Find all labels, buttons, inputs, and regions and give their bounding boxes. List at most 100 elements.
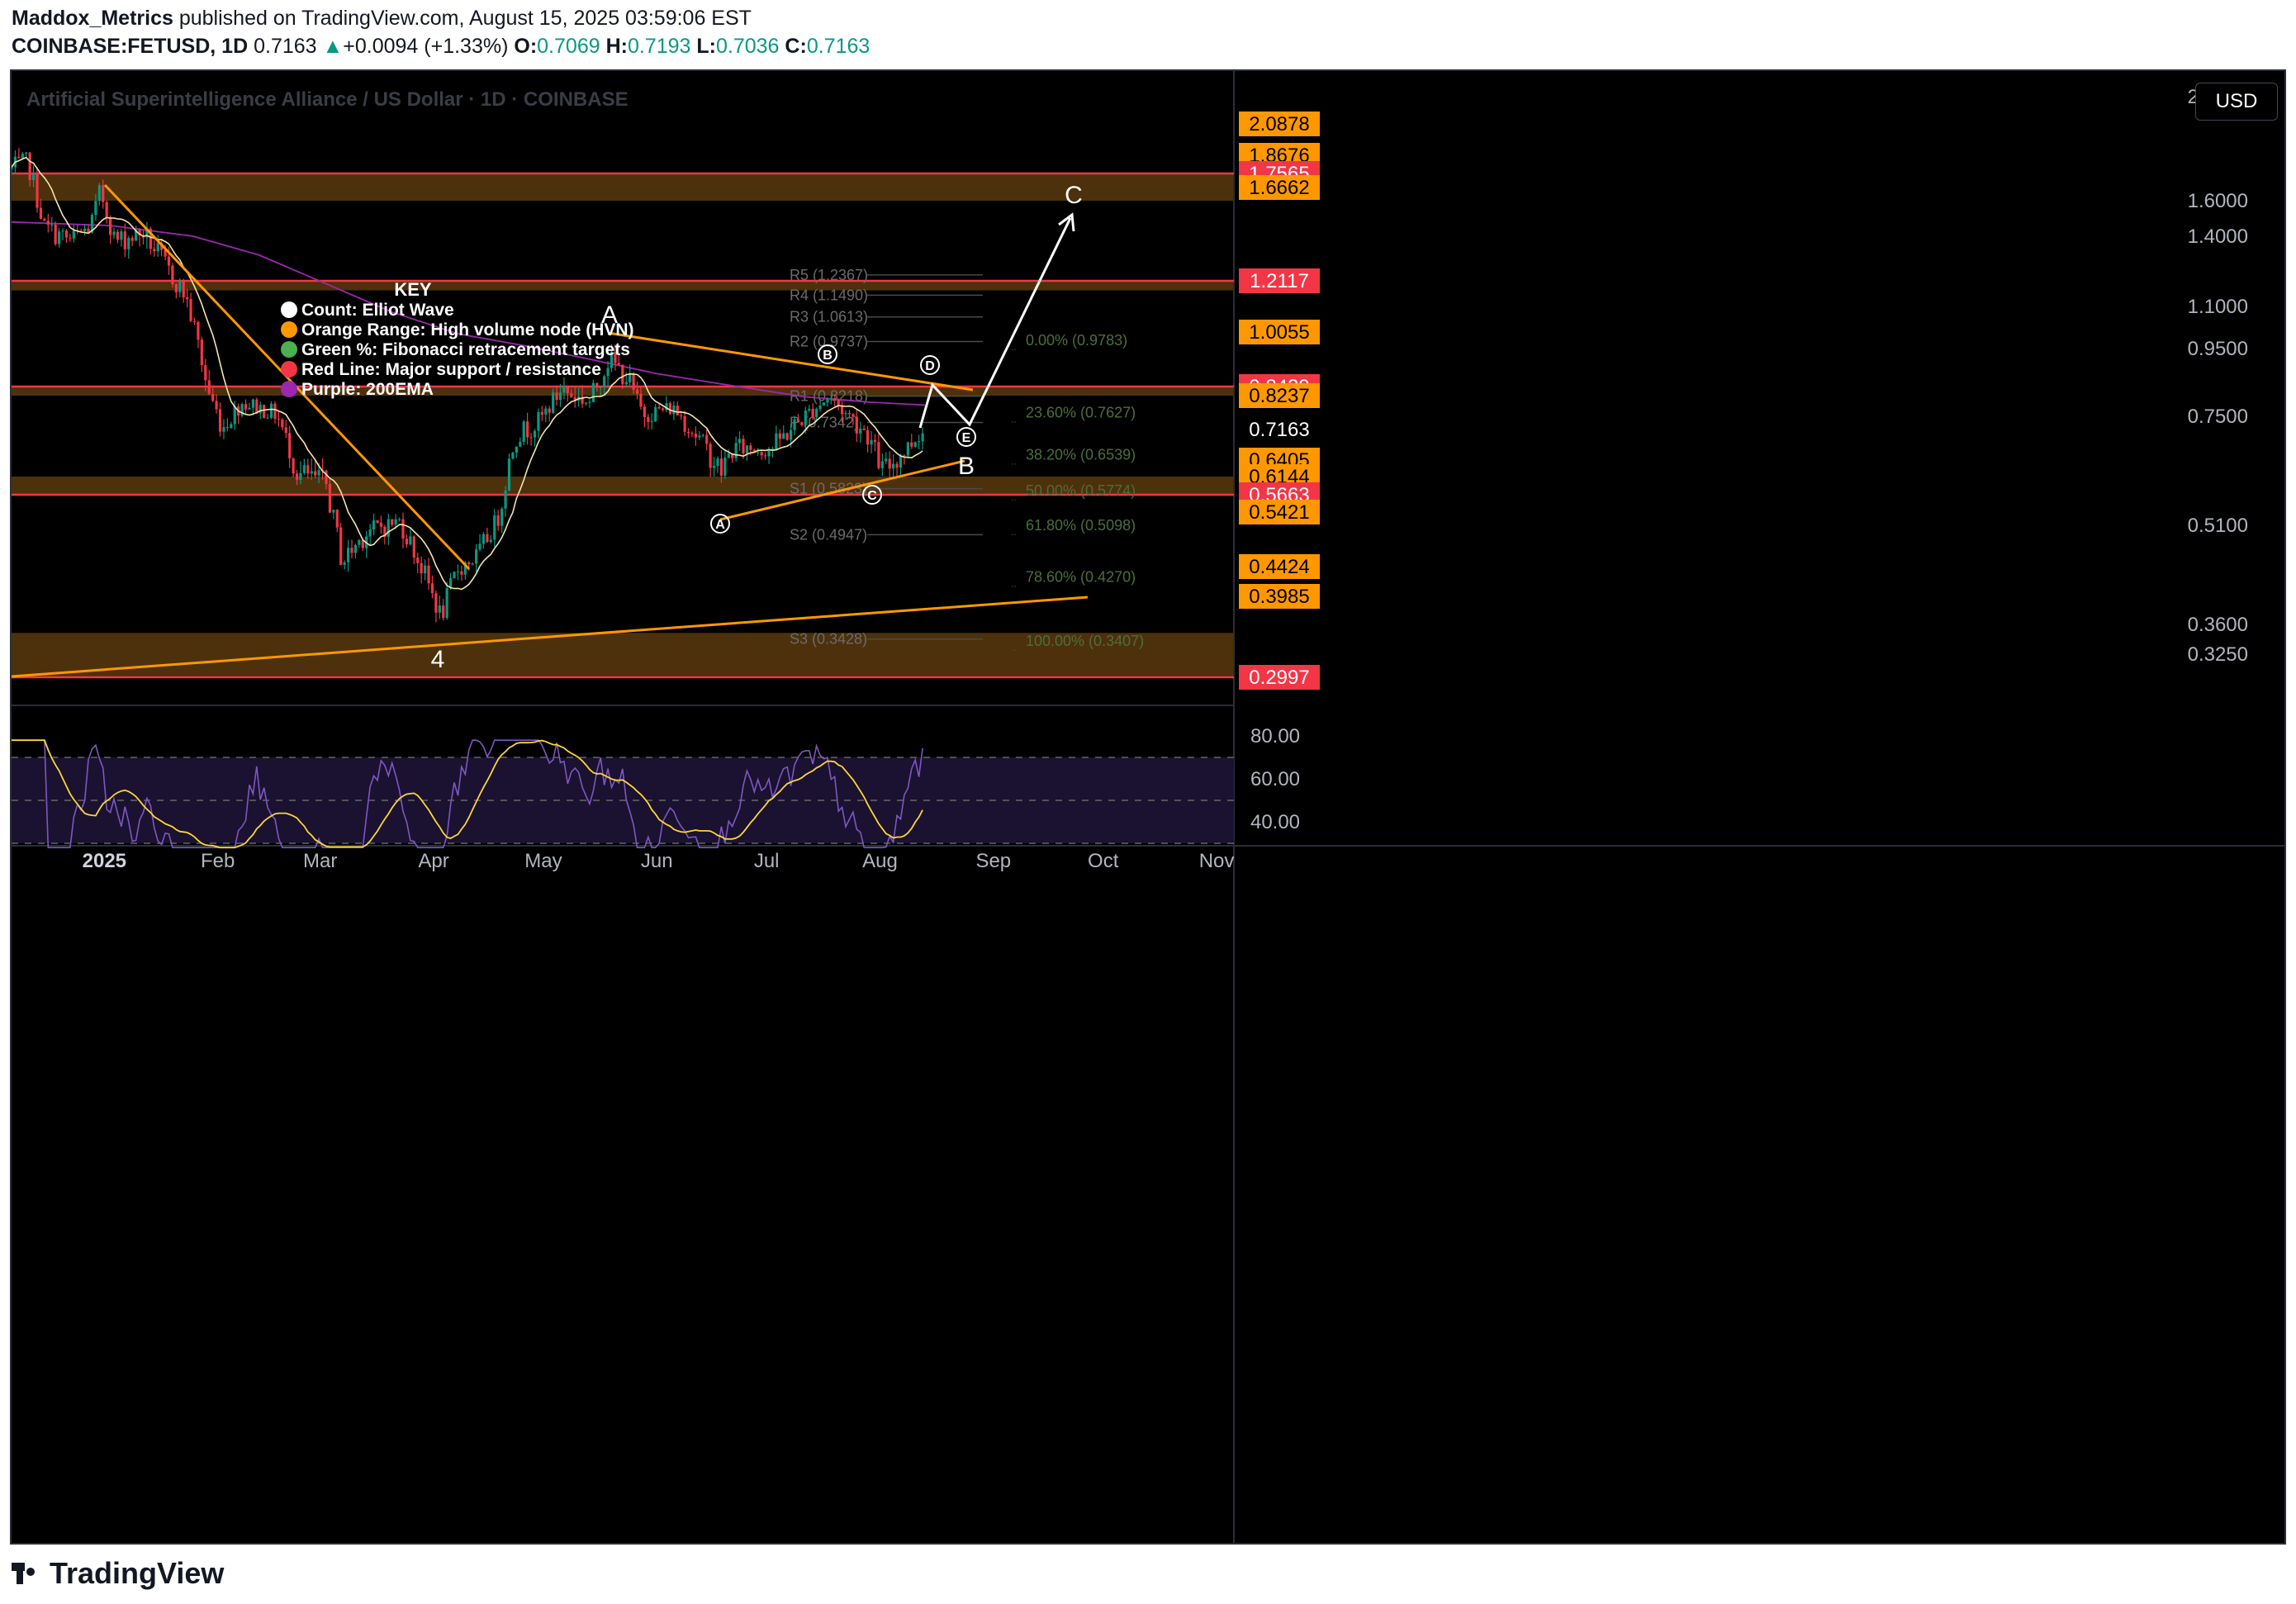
candle-body [215, 401, 218, 410]
drawings [11, 183, 1089, 678]
legend-item: Orange Range: High volume node (HVN) [301, 320, 634, 339]
candle-body [225, 427, 229, 429]
candle-body [522, 421, 525, 442]
candle-body [102, 185, 105, 202]
high-value: 0.7193 [627, 35, 691, 58]
candle-body [273, 403, 277, 420]
tradingview-logo[interactable]: TradingView [12, 1556, 224, 1591]
candle-body [910, 442, 913, 447]
candle-body [332, 510, 335, 513]
candle-body [921, 433, 924, 442]
time-tick: May [524, 850, 562, 872]
candle-body [127, 237, 130, 249]
candle-body [847, 412, 852, 415]
candle-body [555, 392, 558, 401]
rsi-tick: 60.00 [1250, 768, 1300, 790]
candle-body [350, 548, 353, 553]
candle-body [880, 461, 884, 468]
time-tick: Apr [418, 850, 448, 872]
candle-body [420, 562, 423, 574]
candle-body [335, 510, 339, 528]
candle-body [434, 593, 438, 613]
price-tick: 0.7500 [2188, 406, 2248, 428]
candle-body [544, 408, 548, 415]
publish-info: Maddox_Metrics published on TradingView.… [12, 7, 752, 31]
candle-body [230, 424, 233, 429]
currency-button[interactable]: USD [2195, 83, 2278, 121]
candle-body [537, 411, 540, 431]
candle-body [368, 529, 372, 537]
legend-dot-icon [281, 301, 297, 318]
candle-body [584, 402, 588, 404]
low-label: L: [696, 35, 716, 58]
published-text: published on TradingView.com, August 15,… [178, 7, 752, 30]
rsi-tick: 40.00 [1250, 811, 1300, 833]
candle-body [401, 519, 405, 539]
candle-body [299, 472, 302, 480]
candle-body [800, 422, 804, 425]
candle-body [548, 408, 551, 413]
fib-levels: 0.00% (0.9783).. 23.60% (0.7627).. 38.20% … [1011, 332, 1144, 653]
candle-body [855, 416, 858, 434]
candle-body [507, 458, 511, 491]
candle-body [657, 406, 661, 409]
fib-level-tick: .. [1011, 455, 1017, 467]
candle-body [599, 387, 602, 388]
legend-item: Purple: 200EMA [301, 380, 434, 399]
candle-body [595, 382, 599, 388]
candle-body [562, 387, 566, 393]
candle-body [167, 256, 171, 266]
open-value: 0.7069 [537, 35, 600, 58]
candle-body [709, 444, 712, 468]
candle-body [156, 243, 159, 252]
legend-dot-icon [281, 341, 297, 358]
candle-body [445, 587, 448, 619]
candle-body [859, 429, 862, 434]
candle-body [255, 399, 259, 414]
price-tick: 0.3600 [2188, 614, 2248, 636]
close-label: C: [785, 35, 807, 58]
pivot-label: R3 (1.0613) [790, 309, 868, 325]
candle-body [621, 364, 624, 385]
candle-body [61, 230, 64, 232]
symbol-name[interactable]: COINBASE:FETUSD, 1D [12, 35, 248, 58]
candles [10, 148, 924, 623]
price-badge-label: 0.4424 [1249, 556, 1309, 578]
pivot-label: R2 (0.9737) [790, 333, 868, 349]
price-tick: 0.5100 [2188, 515, 2248, 537]
candle-body [116, 231, 120, 240]
pivot-label: S3 (0.3428) [790, 631, 867, 648]
candle-body [870, 439, 873, 445]
last-price: 0.7163 [254, 35, 317, 58]
candle-body [358, 539, 361, 545]
price-tick: 1.1000 [2188, 296, 2248, 318]
candle-body [438, 605, 441, 613]
candle-body [112, 231, 116, 235]
candle-body [833, 398, 837, 401]
price-tick: 1.6000 [2188, 190, 2248, 212]
candle-body [310, 471, 313, 474]
candle-body [661, 408, 665, 410]
candle-body [877, 442, 880, 468]
time-tick: Nov [1199, 850, 1235, 872]
time-tick: Jul [754, 850, 780, 872]
candle-body [328, 483, 332, 513]
fib-level-label: 78.60% (0.4270) [1026, 569, 1136, 586]
legend-item: Count: Elliot Wave [301, 301, 454, 320]
candle-body [719, 458, 723, 476]
candle-body [676, 405, 679, 415]
candle-body [767, 450, 771, 457]
candle-body [822, 402, 826, 406]
chart-canvas[interactable]: R5 (1.2367) R4 (1.1490) R3 (1.0613) R2 (0.9… [10, 71, 2284, 1543]
candle-body [109, 217, 112, 235]
price-badge-label: 0.2997 [1249, 667, 1309, 689]
high-label: H: [605, 35, 628, 58]
candle-body [423, 565, 427, 574]
rsi-pane [12, 739, 1234, 849]
price-badge-label: 1.0055 [1249, 321, 1309, 344]
candle-body [493, 515, 496, 540]
publisher-name[interactable]: Maddox_Metrics [12, 7, 173, 30]
candle-body [430, 583, 434, 594]
candle-body [259, 405, 262, 414]
time-axis: 2025 Feb Mar Apr May Jun Jul Aug Sep Oct Nov [83, 850, 1235, 872]
